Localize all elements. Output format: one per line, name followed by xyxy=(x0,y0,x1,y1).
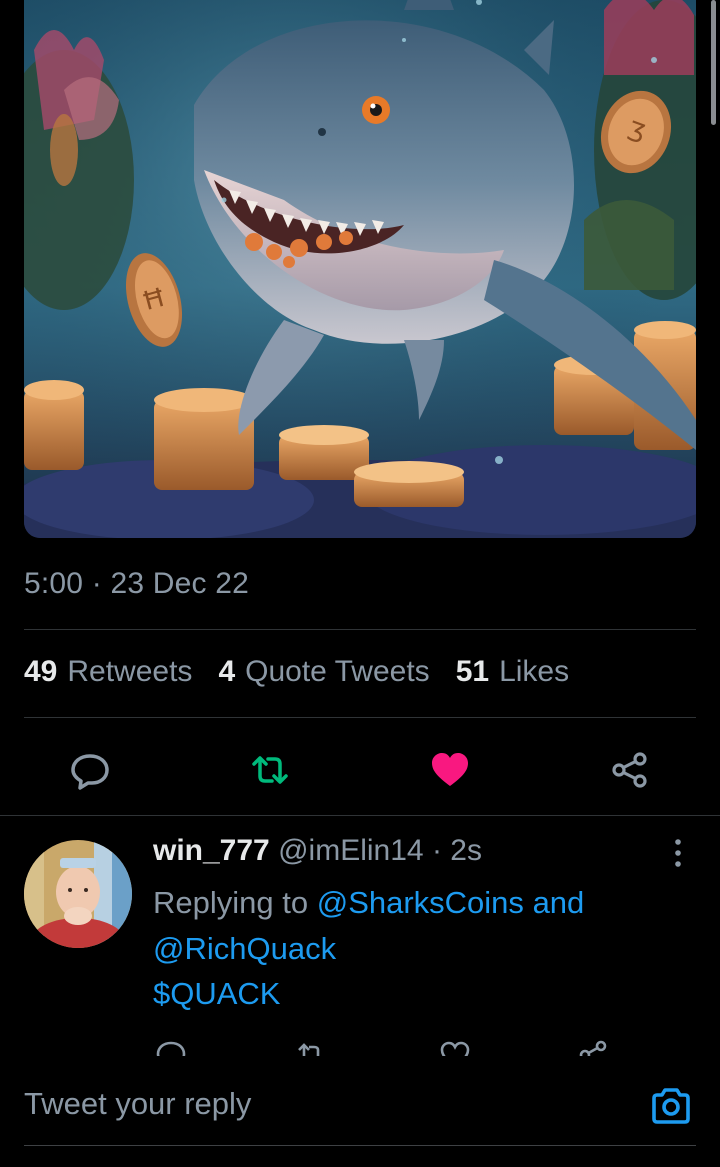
replying-to: Replying to @SharksCoins and @RichQuack xyxy=(153,880,673,972)
reply-display-name[interactable]: win_777 xyxy=(153,834,270,867)
tweet-reply-input[interactable]: Tweet your reply xyxy=(24,1086,251,1122)
reply-icon xyxy=(71,754,109,790)
like-button[interactable] xyxy=(430,750,470,790)
share-icon[interactable] xyxy=(578,1040,608,1056)
mention-richquack[interactable]: @RichQuack xyxy=(153,931,336,966)
heart-icon xyxy=(432,753,468,786)
retweets-count: 49 xyxy=(24,655,58,688)
composer-underline xyxy=(24,1145,696,1146)
divider xyxy=(0,815,720,816)
reply-text-cashtag[interactable]: $QUACK xyxy=(153,976,280,1012)
tweet-stats: 49 Retweets 4 Quote Tweets 51 Likes xyxy=(24,655,595,689)
reply-action-bar xyxy=(0,1040,720,1056)
avatar[interactable] xyxy=(24,840,132,948)
scrollbar[interactable] xyxy=(711,0,716,125)
reply-button[interactable] xyxy=(70,750,110,790)
reply-handle[interactable]: @imElin14 xyxy=(278,834,424,867)
tweet-action-bar xyxy=(0,740,720,796)
camera-button[interactable] xyxy=(650,1086,692,1126)
quote-tweets-stat[interactable]: 4 Quote Tweets xyxy=(218,655,429,689)
camera-icon xyxy=(652,1088,690,1124)
divider xyxy=(24,717,696,718)
replying-conjunction[interactable]: and xyxy=(533,885,585,920)
retweet-icon xyxy=(252,756,288,784)
retweet-button[interactable] xyxy=(250,750,290,790)
likes-stat[interactable]: 51 Likes xyxy=(456,655,569,689)
retweets-stat[interactable]: 49 Retweets xyxy=(24,655,192,689)
more-options-button[interactable] xyxy=(668,836,688,870)
likes-label: Likes xyxy=(499,655,570,688)
tweet-timestamp[interactable]: 5:00 · 23 Dec 22 xyxy=(24,567,249,601)
share-icon xyxy=(612,752,647,788)
more-vertical-icon xyxy=(675,839,681,867)
reply-time[interactable]: · 2s xyxy=(432,834,482,867)
reply-icon[interactable] xyxy=(156,1040,186,1056)
reply-header: win_777 @imElin14 · 2s xyxy=(153,834,482,868)
mention-sharkscoins[interactable]: @SharksCoins xyxy=(317,885,524,920)
replying-prefix: Replying to xyxy=(153,885,309,920)
share-button[interactable] xyxy=(610,750,650,790)
reply-composer: Tweet your reply xyxy=(0,1056,720,1167)
quotes-count: 4 xyxy=(218,655,236,688)
tweet-media-image[interactable]: Ħ Ʒ xyxy=(24,0,696,538)
divider xyxy=(24,629,696,630)
retweets-label: Retweets xyxy=(67,655,193,688)
heart-icon[interactable] xyxy=(440,1040,470,1056)
likes-count: 51 xyxy=(455,655,490,688)
quotes-label: Quote Tweets xyxy=(245,655,430,688)
retweet-icon[interactable] xyxy=(296,1040,326,1056)
